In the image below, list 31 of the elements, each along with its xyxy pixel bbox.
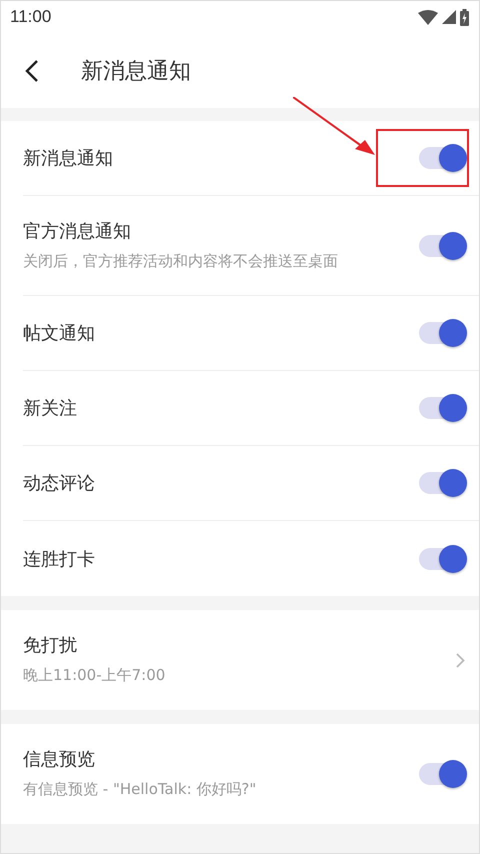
- toggle-switch[interactable]: [419, 234, 465, 256]
- setting-label: 新关注: [23, 397, 77, 420]
- toggle-switch[interactable]: [419, 147, 465, 169]
- status-time: 11:00: [10, 7, 52, 27]
- chevron-right-icon: [456, 652, 465, 668]
- toggle-switch[interactable]: [419, 548, 465, 570]
- wifi-icon: [418, 10, 438, 24]
- settings-toggle-row[interactable]: 官方消息通知 关闭后，官方推荐活动和内容将不会推送至桌面: [23, 196, 479, 296]
- setting-label: 动态评论: [23, 472, 95, 495]
- setting-label: 免打扰: [23, 634, 78, 657]
- settings-toggle-row[interactable]: 连胜打卡: [23, 521, 479, 596]
- page-title: 新消息通知: [81, 58, 191, 86]
- toggle-switch[interactable]: [419, 322, 465, 344]
- setting-description: 关闭后，官方推荐活动和内容将不会推送至桌面: [23, 250, 338, 272]
- setting-description: 有信息预览 - "HelloTalk: 你好吗?": [23, 779, 256, 800]
- setting-label: 连胜打卡: [23, 548, 95, 570]
- signal-icon: [442, 10, 456, 24]
- setting-label: 帖文通知: [23, 322, 95, 345]
- setting-label: 新消息通知: [23, 147, 113, 170]
- toggle-switch[interactable]: [419, 763, 465, 785]
- toggle-switch[interactable]: [419, 397, 465, 419]
- settings-toggle-row[interactable]: 新消息通知: [23, 121, 479, 196]
- setting-label: 官方消息通知: [23, 220, 132, 242]
- settings-toggle-row[interactable]: 帖文通知: [23, 296, 479, 371]
- setting-label: 信息预览: [23, 748, 96, 771]
- settings-toggle-row[interactable]: 动态评论: [23, 446, 479, 521]
- settings-toggle-row[interactable]: 新关注: [23, 371, 479, 446]
- battery-icon: [460, 8, 469, 26]
- toggle-switch[interactable]: [419, 472, 465, 494]
- back-icon: [25, 58, 39, 82]
- setting-description: 晚上11:00-上午7:00: [23, 665, 166, 686]
